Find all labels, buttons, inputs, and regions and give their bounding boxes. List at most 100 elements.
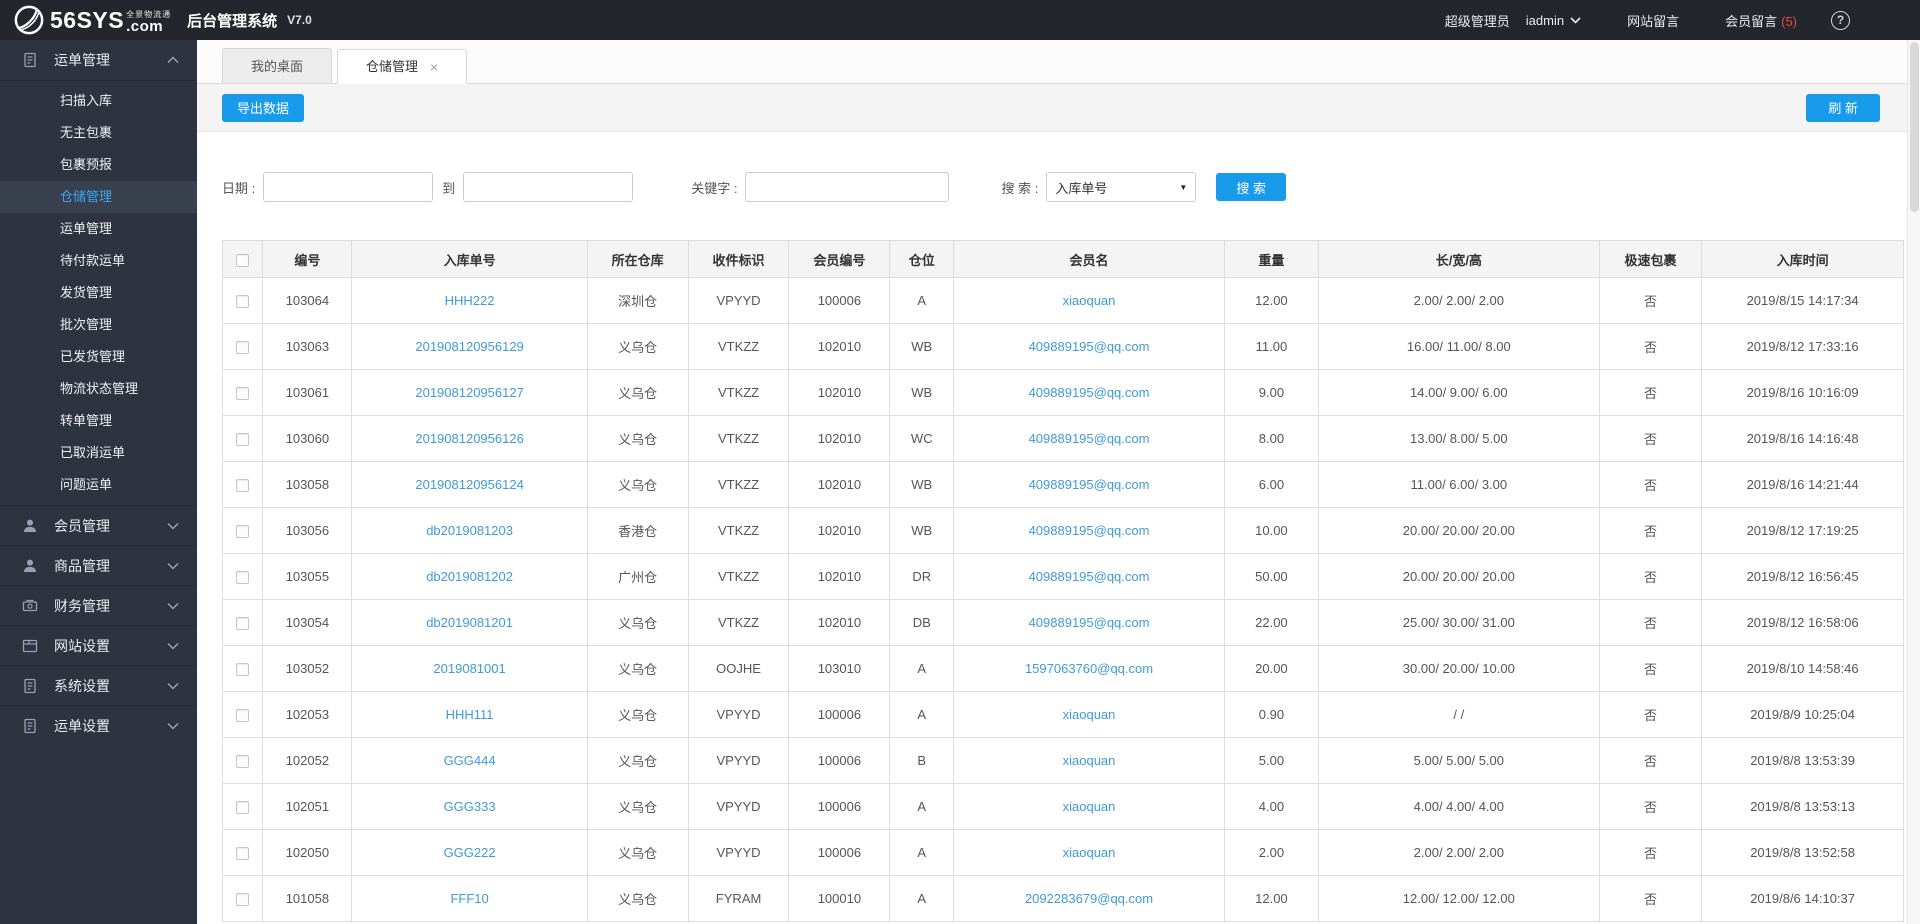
search-button[interactable]: 搜 索 xyxy=(1216,173,1286,201)
row-checkbox[interactable] xyxy=(236,479,250,493)
tab-warehouse-mgmt[interactable]: 仓储管理 × xyxy=(337,49,468,84)
row-checkbox[interactable] xyxy=(236,801,250,815)
cell-member-name-link[interactable]: xiaoquan xyxy=(953,277,1225,324)
row-checkbox[interactable] xyxy=(236,295,250,309)
cell-member-name-link[interactable]: 409889195@qq.com xyxy=(953,507,1225,554)
row-select-cell xyxy=(221,369,264,416)
cell-dimensions: 14.00/ 9.00/ 6.00 xyxy=(1317,369,1600,416)
brand-text: 56SYS xyxy=(50,6,125,33)
table-row: 103055 db2019081202 广州仓 VTKZZ 102010 DR … xyxy=(221,553,1904,600)
cell-member-name-link[interactable]: 2092283679@qq.com xyxy=(953,875,1225,922)
row-checkbox[interactable] xyxy=(236,709,250,723)
sidebar-item-logistics-status-mgmt[interactable]: 物流状态管理 xyxy=(0,373,197,405)
cell-inbound-time: 2019/8/12 16:56:45 xyxy=(1701,553,1904,600)
cell-inbound-time: 2019/8/16 14:21:44 xyxy=(1701,461,1904,508)
row-checkbox[interactable] xyxy=(236,755,250,769)
cell-warehouse: 义乌仓 xyxy=(586,323,689,370)
cell-inbound-no-link[interactable]: db2019081203 xyxy=(351,507,588,554)
cell-inbound-no-link[interactable]: HHH111 xyxy=(351,691,588,738)
sidebar-item-scan-inbound[interactable]: 扫描入库 xyxy=(0,85,197,117)
table-row: 103064 HHH222 深圳仓 VPYYD 100006 A xiaoqua… xyxy=(221,277,1904,324)
cell-member-name-link[interactable]: xiaoquan xyxy=(953,783,1225,830)
sidebar-item-warehouse-mgmt[interactable]: 仓储管理 xyxy=(0,181,197,213)
sidebar-group-member-mgmt[interactable]: 会员管理 xyxy=(0,505,197,545)
cell-warehouse: 义乌仓 xyxy=(586,369,689,416)
user-menu[interactable]: iadmin xyxy=(1526,13,1581,28)
cell-member-name-link[interactable]: 409889195@qq.com xyxy=(953,553,1225,600)
cell-inbound-no-link[interactable]: db2019081202 xyxy=(351,553,588,600)
cell-inbound-no-link[interactable]: 201908120956124 xyxy=(351,461,588,508)
cell-inbound-no-link[interactable]: FFF10 xyxy=(351,875,588,922)
row-checkbox[interactable] xyxy=(236,433,250,447)
sidebar-group-website-settings[interactable]: 网站设置 xyxy=(0,625,197,665)
cell-member-name-link[interactable]: 409889195@qq.com xyxy=(953,599,1225,646)
help-icon[interactable]: ? xyxy=(1831,10,1850,30)
keyword-input[interactable] xyxy=(745,172,950,202)
row-checkbox[interactable] xyxy=(236,663,250,677)
col-header-inbound-no: 入库单号 xyxy=(351,240,588,278)
cell-inbound-no-link[interactable]: db2019081201 xyxy=(351,599,588,646)
row-checkbox[interactable] xyxy=(236,387,250,401)
sidebar-group-product-mgmt[interactable]: 商品管理 xyxy=(0,545,197,585)
cell-weight: 4.00 xyxy=(1223,783,1319,830)
cell-inbound-no-link[interactable]: 201908120956126 xyxy=(351,415,588,462)
col-header-express-package: 极速包裹 xyxy=(1598,240,1703,278)
cell-inbound-no-link[interactable]: HHH222 xyxy=(351,277,588,324)
sidebar-group-waybill-mgmt[interactable]: 运单管理 xyxy=(0,40,197,80)
cell-express-package: 否 xyxy=(1598,783,1703,830)
search-type-value: 入库单号 xyxy=(1055,180,1108,196)
sidebar-item-shipping-mgmt[interactable]: 发货管理 xyxy=(0,277,197,309)
cell-member-name-link[interactable]: xiaoquan xyxy=(953,691,1225,738)
cell-inbound-time: 2019/8/12 17:19:25 xyxy=(1701,507,1904,554)
cell-inbound-no-link[interactable]: 2019081001 xyxy=(351,645,588,692)
cell-member-name-link[interactable]: 409889195@qq.com xyxy=(953,323,1225,370)
scrollbar-thumb[interactable] xyxy=(1910,42,1919,212)
cell-inbound-no-link[interactable]: GGG222 xyxy=(351,829,588,876)
sidebar-group-finance-mgmt[interactable]: 财务管理 xyxy=(0,585,197,625)
cell-express-package: 否 xyxy=(1598,599,1703,646)
cell-slot: A xyxy=(889,277,955,324)
export-data-button[interactable]: 导出数据 xyxy=(222,93,305,122)
row-checkbox[interactable] xyxy=(236,525,250,539)
sidebar-item-waybill-mgmt[interactable]: 运单管理 xyxy=(0,213,197,245)
cell-inbound-no-link[interactable]: GGG444 xyxy=(351,737,588,784)
sidebar-item-unclaimed-packages[interactable]: 无主包裹 xyxy=(0,117,197,149)
cell-member-name-link[interactable]: 1597063760@qq.com xyxy=(953,645,1225,692)
cell-inbound-time: 2019/8/8 13:53:13 xyxy=(1701,783,1904,830)
cell-member-name-link[interactable]: 409889195@qq.com xyxy=(953,415,1225,462)
sidebar-item-unpaid-waybills[interactable]: 待付款运单 xyxy=(0,245,197,277)
cell-member-name-link[interactable]: 409889195@qq.com xyxy=(953,461,1225,508)
row-checkbox[interactable] xyxy=(236,893,250,907)
refresh-button[interactable]: 刷 新 xyxy=(1806,93,1880,122)
select-all-checkbox[interactable] xyxy=(236,253,250,267)
cell-inbound-no-link[interactable]: GGG333 xyxy=(351,783,588,830)
cell-inbound-no-link[interactable]: 201908120956129 xyxy=(351,323,588,370)
sidebar-item-problem-waybills[interactable]: 问题运单 xyxy=(0,469,197,501)
sidebar-group-system-settings[interactable]: 系统设置 xyxy=(0,665,197,705)
date-to-input[interactable] xyxy=(463,172,634,202)
scrollbar[interactable] xyxy=(1907,40,1920,924)
cell-warehouse: 义乌仓 xyxy=(586,737,689,784)
cell-member-name-link[interactable]: 409889195@qq.com xyxy=(953,369,1225,416)
cell-member-name-link[interactable]: xiaoquan xyxy=(953,737,1225,784)
sidebar-item-shipped-mgmt[interactable]: 已发货管理 xyxy=(0,341,197,373)
row-checkbox[interactable] xyxy=(236,847,250,861)
sidebar-item-cancelled-waybills[interactable]: 已取消运单 xyxy=(0,437,197,469)
close-icon[interactable]: × xyxy=(430,60,438,74)
cell-id: 103054 xyxy=(262,599,353,646)
date-from-input[interactable] xyxy=(263,172,434,202)
row-checkbox[interactable] xyxy=(236,341,250,355)
sidebar-group-waybill-settings[interactable]: 运单设置 xyxy=(0,705,197,745)
tab-my-desktop[interactable]: 我的桌面 xyxy=(222,48,333,83)
search-type-select[interactable]: 入库单号 ▼ xyxy=(1046,172,1197,202)
row-checkbox[interactable] xyxy=(236,617,250,631)
site-messages-link[interactable]: 网站留言 xyxy=(1627,11,1679,30)
table-row: 102052 GGG444 义乌仓 VPYYD 100006 B xiaoqua… xyxy=(221,737,1904,784)
sidebar-item-transfer-mgmt[interactable]: 转单管理 xyxy=(0,405,197,437)
cell-inbound-no-link[interactable]: 201908120956127 xyxy=(351,369,588,416)
cell-member-name-link[interactable]: xiaoquan xyxy=(953,829,1225,876)
member-messages-link[interactable]: 会员留言 (5) xyxy=(1725,11,1797,30)
sidebar-item-batch-mgmt[interactable]: 批次管理 xyxy=(0,309,197,341)
sidebar-item-package-forecast[interactable]: 包裹预报 xyxy=(0,149,197,181)
row-checkbox[interactable] xyxy=(236,571,250,585)
